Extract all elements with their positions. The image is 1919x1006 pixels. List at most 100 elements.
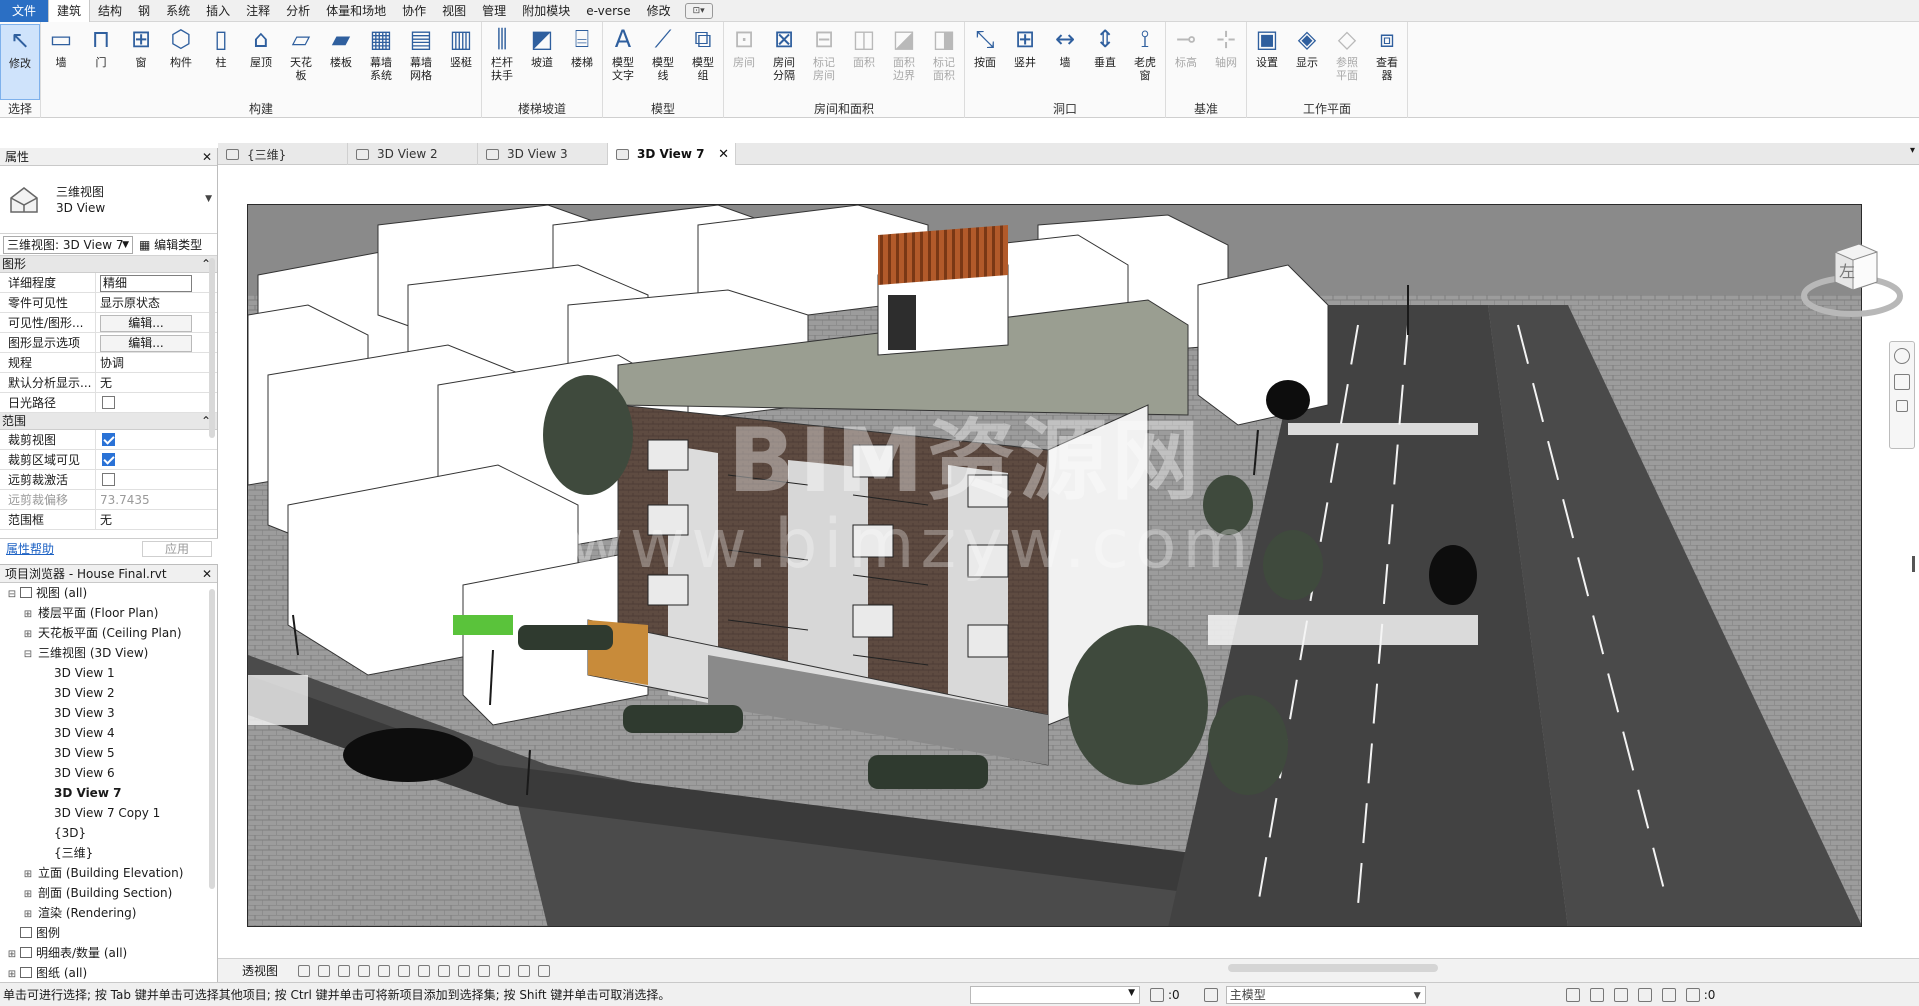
view-tab[interactable]: {三维} — [218, 143, 348, 165]
ribbon-tool-button[interactable]: ▥ 竖梃 — [441, 24, 481, 100]
ribbon-panel-title[interactable]: 楼梯坡道 — [482, 100, 602, 118]
temp-hide-icon[interactable] — [438, 964, 451, 977]
analysis-icon[interactable] — [518, 964, 531, 977]
property-value[interactable]: 协调 — [96, 353, 217, 372]
browser-tree-item[interactable]: 图例 — [0, 923, 217, 943]
property-input[interactable]: 精细 — [100, 275, 192, 292]
ribbon-tool-button[interactable]: ⊸ 标高 — [1166, 24, 1206, 100]
ribbon-tool-button[interactable]: ⊞ 窗 — [121, 24, 161, 100]
ribbon-tool-button[interactable]: ◈ 显示 — [1287, 24, 1327, 100]
crop-view-icon[interactable] — [378, 964, 391, 977]
ribbon-tool-button[interactable]: ⇕ 垂直 — [1085, 24, 1125, 100]
viewcube[interactable]: 左 — [1797, 226, 1907, 326]
expand-toggle-icon[interactable]: ⊞ — [22, 605, 34, 625]
browser-tree-item[interactable]: {3D} — [0, 823, 217, 843]
expand-toggle-icon[interactable]: ⊟ — [22, 645, 34, 665]
apply-button[interactable]: 应用 — [142, 540, 212, 557]
ribbon-tool-button[interactable]: ⤡ 按面 — [965, 24, 1005, 100]
ribbon-tool-button[interactable]: ▦ 幕墙系统 — [361, 24, 401, 100]
browser-tree-item[interactable]: ⊞ 立面 (Building Elevation) — [0, 863, 217, 883]
constraints-icon[interactable] — [538, 964, 551, 977]
select-links-icon[interactable] — [1565, 987, 1580, 1002]
ribbon-panel-title[interactable]: 基准 — [1166, 100, 1246, 118]
edit-button[interactable]: 编辑... — [100, 315, 192, 332]
chevron-down-icon[interactable]: ▼ — [205, 194, 212, 204]
browser-tree-item[interactable]: 3D View 5 — [0, 743, 217, 763]
menu-tab[interactable]: 体量和场地 — [318, 0, 394, 22]
close-tab-icon[interactable]: ✕ — [718, 147, 729, 162]
drag-elements-icon[interactable] — [1661, 987, 1676, 1002]
nav-menu-icon[interactable] — [1896, 400, 1908, 412]
browser-tree-item[interactable]: 3D View 3 — [0, 703, 217, 723]
browser-tree-item[interactable]: ⊞ 明细表/数量 (all) — [0, 943, 217, 963]
menu-tab[interactable]: 视图 — [434, 0, 474, 22]
ribbon-panel-title[interactable]: 模型 — [603, 100, 723, 118]
ribbon-panel-title[interactable]: 工作平面 — [1247, 100, 1407, 118]
edit-type-button[interactable]: ▦ 编辑类型 — [139, 236, 202, 253]
ribbon-tool-button[interactable]: ▯ 柱 — [201, 24, 241, 100]
property-value[interactable] — [96, 450, 217, 469]
type-selector[interactable]: 三维视图 3D View ▼ — [0, 166, 217, 234]
menu-tab[interactable]: e-verse — [578, 0, 638, 22]
view-mode-label[interactable]: 透视图 — [242, 962, 278, 979]
ribbon-tool-button[interactable]: ⌂ 屋顶 — [241, 24, 281, 100]
ribbon-tool-button[interactable]: ⌸ 楼梯 — [562, 24, 602, 100]
expand-toggle-icon[interactable]: ⊟ — [6, 585, 18, 605]
sun-path-icon[interactable] — [318, 964, 331, 977]
menu-tab[interactable]: 管理 — [474, 0, 514, 22]
view-tab[interactable]: 3D View 7 ✕ — [608, 143, 736, 165]
select-by-face-icon[interactable] — [1637, 987, 1652, 1002]
property-value[interactable]: 无 — [96, 373, 217, 392]
menu-tab[interactable]: 修改 — [639, 0, 679, 22]
crop-visible-icon[interactable] — [398, 964, 411, 977]
ribbon-tool-button[interactable]: ◫ 面积 — [844, 24, 884, 100]
ribbon-tool-button[interactable]: ⊹ 轴网 — [1206, 24, 1246, 100]
worksharing-icon[interactable] — [478, 964, 491, 977]
ribbon-tool-button[interactable]: ⧉ 模型组 — [683, 24, 723, 100]
expand-toggle-icon[interactable]: ⊞ — [22, 885, 34, 905]
browser-tree-item[interactable]: ⊟ 三维视图 (3D View) — [0, 643, 217, 663]
select-pinned-icon[interactable] — [1613, 987, 1628, 1002]
expand-toggle-icon[interactable]: ⊞ — [22, 905, 34, 925]
menu-tab[interactable]: 结构 — [90, 0, 130, 22]
property-value[interactable]: 无 — [96, 510, 217, 529]
property-checkbox[interactable] — [102, 473, 115, 486]
steering-wheel-icon[interactable] — [1894, 348, 1910, 364]
workset-dropdown[interactable]: ▼ — [970, 985, 1140, 1004]
tabs-menu-icon[interactable]: ▾ — [1910, 145, 1915, 156]
ribbon-tool-button[interactable]: ▤ 幕墙网格 — [401, 24, 441, 100]
view-tab[interactable]: 3D View 3 — [478, 143, 608, 165]
browser-tree-item[interactable]: {三维} — [0, 843, 217, 863]
property-value[interactable]: 73.7435 — [96, 490, 217, 509]
browser-tree-item[interactable]: 3D View 7 — [0, 783, 217, 803]
reveal-hidden-icon[interactable] — [458, 964, 471, 977]
ribbon-tool-button[interactable]: ↖ 修改 — [0, 24, 40, 100]
funnel-icon[interactable] — [1685, 987, 1700, 1002]
property-value[interactable] — [96, 470, 217, 489]
menu-tab[interactable]: 分析 — [278, 0, 318, 22]
properties-scrollbar[interactable] — [209, 258, 215, 438]
ribbon-tool-button[interactable]: ◇ 参照平面 — [1327, 24, 1367, 100]
ribbon-tool-button[interactable]: ↔ 墙 — [1045, 24, 1085, 100]
menu-tab[interactable]: 插入 — [198, 0, 238, 22]
browser-tree-item[interactable]: 3D View 6 — [0, 763, 217, 783]
zoom-icon[interactable] — [1894, 374, 1910, 390]
ribbon-tool-button[interactable]: ⊟ 标记房间 — [804, 24, 844, 100]
close-icon[interactable]: ✕ — [202, 567, 212, 581]
ribbon-panel-title[interactable]: 构建 — [41, 100, 481, 118]
browser-tree-item[interactable]: ⊞ 楼层平面 (Floor Plan) — [0, 603, 217, 623]
browser-tree-item[interactable]: 3D View 4 — [0, 723, 217, 743]
browser-tree-item[interactable]: ⊟ 视图 (all) — [0, 583, 217, 603]
main-model-dropdown[interactable]: 主模型 ▼ — [1225, 985, 1426, 1004]
property-value[interactable] — [96, 430, 217, 449]
close-icon[interactable]: ✕ — [202, 150, 212, 164]
ribbon-tool-button[interactable]: A 模型文字 — [603, 24, 643, 100]
browser-tree-item[interactable]: 3D View 2 — [0, 683, 217, 703]
ribbon-tool-button[interactable]: ⟟ 老虎窗 — [1125, 24, 1165, 100]
ribbon-tool-button[interactable]: ◨ 标记面积 — [924, 24, 964, 100]
menu-tab[interactable]: 注释 — [238, 0, 278, 22]
ribbon-tool-button[interactable]: ⟋ 模型线 — [643, 24, 683, 100]
view-instance-dropdown[interactable]: 三维视图: 3D View 7 ▼ — [3, 235, 133, 254]
drawing-area[interactable]: BIM资源网 www.bimzyw.com 左 — [218, 166, 1919, 958]
browser-tree-item[interactable]: 3D View 1 — [0, 663, 217, 683]
